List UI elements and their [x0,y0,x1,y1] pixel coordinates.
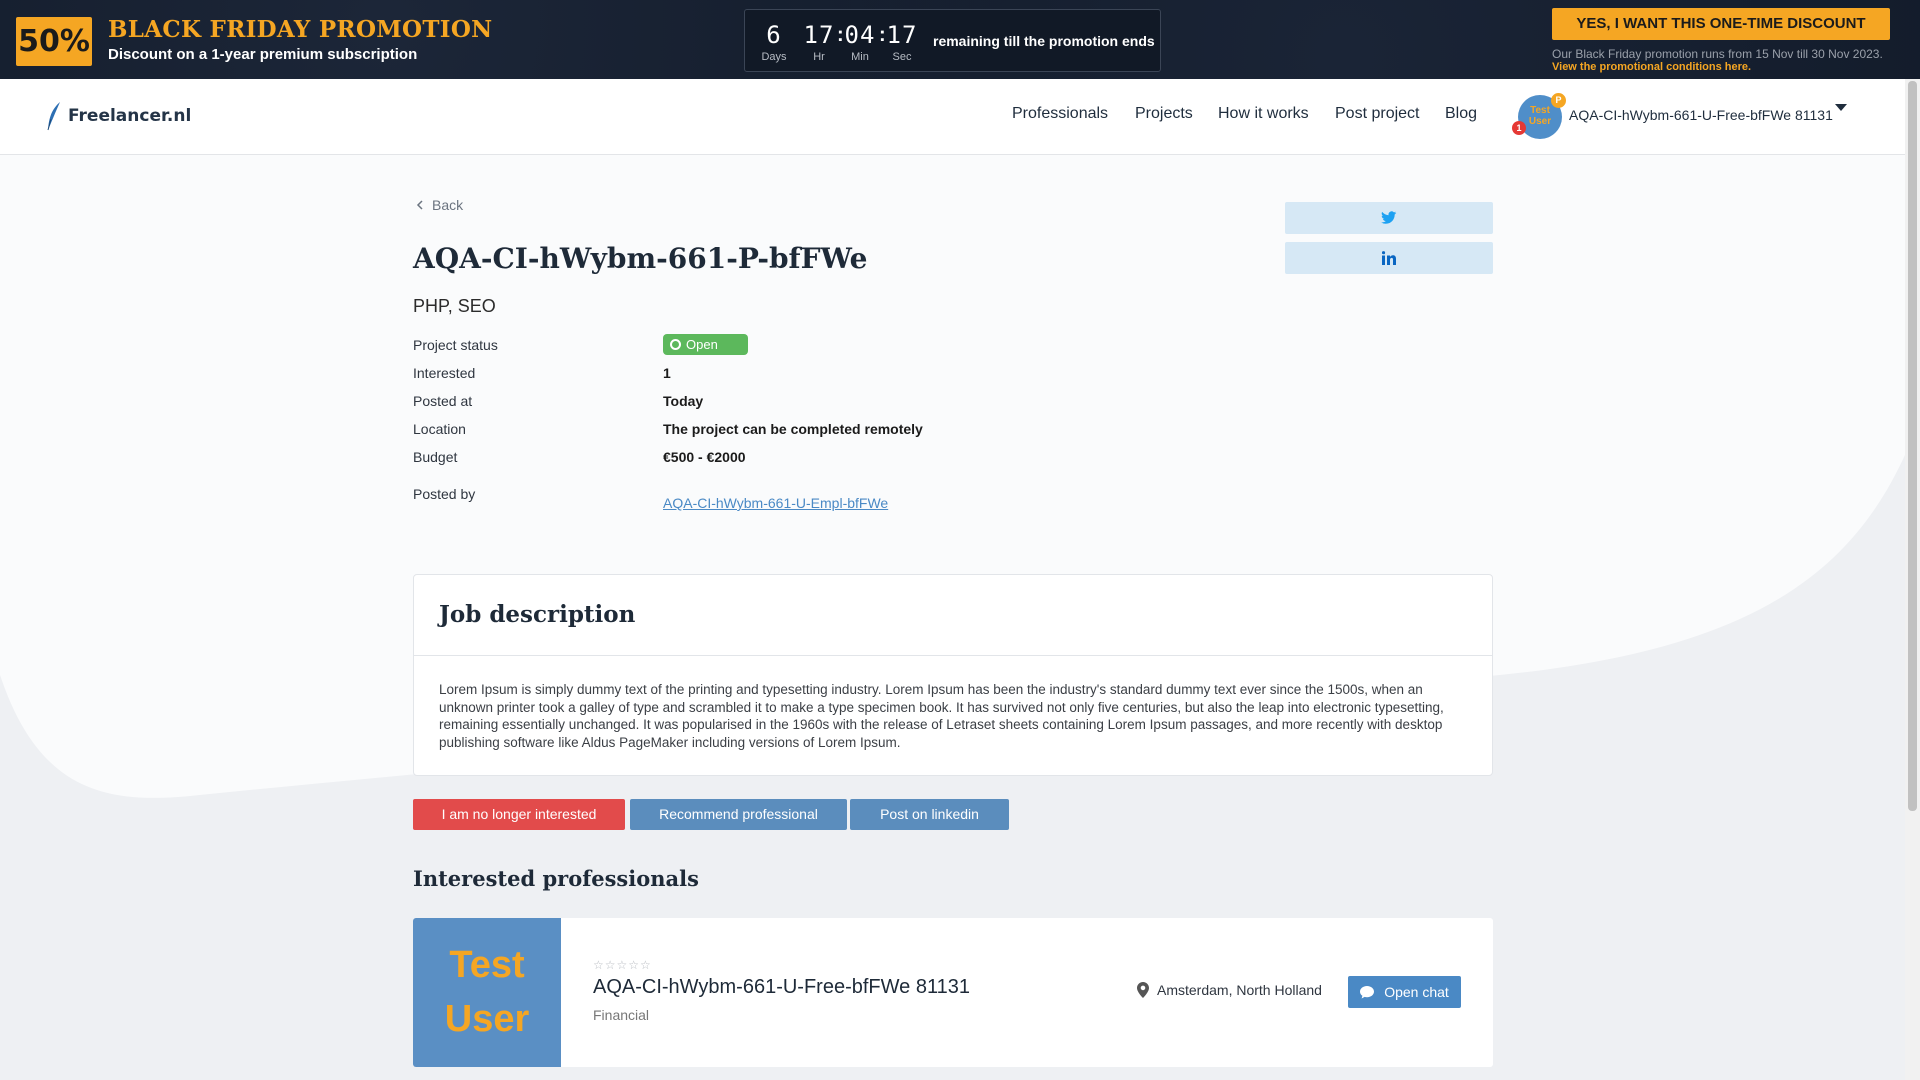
detail-row-posted-by: Posted by AQA-CI-hWybm-661-U-Empl-bfFWe [413,486,1113,516]
job-description-title: Job description [439,601,636,628]
project-skills: PHP, SEO [413,296,496,316]
notification-badge: 1 [1512,121,1526,135]
interested-professionals-title: Interested professionals [413,866,699,891]
professional-name[interactable]: AQA-CI-hWybm-661-U-Free-bfFWe 81131 [593,976,970,999]
logo-text: Freelancer.nl [68,106,192,126]
detail-value: €500 - €2000 [663,449,746,465]
site-logo[interactable]: Freelancer.nl [46,101,191,131]
not-interested-button[interactable]: I am no longer interested [413,799,625,830]
countdown-hours: 17 Hr [803,21,835,63]
professional-avatar: Test User [413,918,561,1067]
recommend-professional-button[interactable]: Recommend professional [630,799,847,830]
feather-icon [47,102,60,131]
back-label: Back [432,197,464,213]
twitter-icon [1381,211,1397,224]
promo-banner: 50% BLACK FRIDAY PROMOTION Discount on a… [0,0,1920,79]
promo-conditions-link[interactable]: View the promotional conditions here. [1552,61,1751,73]
open-chat-button[interactable]: Open chat [1348,976,1461,1008]
location-pin-icon [1137,982,1149,998]
promo-discount-button[interactable]: YES, I WANT THIS ONE-TIME DISCOUNT [1552,8,1890,40]
countdown-days: 6 Days [761,21,787,63]
site-header: Freelancer.nl Professionals Projects How… [0,79,1905,155]
scrollbar-thumb[interactable] [1908,81,1917,811]
page-scrollbar[interactable] [1905,79,1920,1080]
detail-label: Project status [413,337,498,353]
detail-value: The project can be completed remotely [663,421,923,437]
promo-countdown: 6 Days 17 Hr : 04 Min : 17 Sec remaining… [744,9,1161,72]
nav-projects[interactable]: Projects [1135,105,1193,123]
detail-label: Posted by [413,486,476,502]
countdown-text: remaining till the promotion ends [933,33,1155,49]
chat-bubble-icon [1360,985,1375,998]
job-description-card: Job description Lorem Ipsum is simply du… [413,574,1493,776]
user-avatar-button[interactable]: Test User P 1 [1512,93,1566,139]
job-description-text: Lorem Ipsum is simply dummy text of the … [439,682,1444,750]
status-badge: Open [663,334,748,355]
professional-location: Amsterdam, North Holland [1137,982,1322,998]
promo-title: BLACK FRIDAY PROMOTION [108,16,493,43]
nav-professionals[interactable]: Professionals [1012,105,1108,123]
nav-blog[interactable]: Blog [1445,105,1477,123]
status-circle-icon [670,339,681,350]
nav-post-project[interactable]: Post project [1335,105,1419,123]
card-divider [414,655,1492,656]
professional-category: Financial [593,1007,650,1023]
page-title: AQA-CI-hWybm-661-P-bfFWe [413,242,868,275]
countdown-seconds: 17 Sec [886,21,918,63]
countdown-minutes: 04 Min [844,21,876,63]
posted-by-link[interactable]: AQA-CI-hWybm-661-U-Empl-bfFWe [663,495,888,511]
user-name[interactable]: AQA-CI-hWybm-661-U-Free-bfFWe 81131 [1569,107,1833,123]
detail-label: Interested [413,365,476,381]
detail-row-posted-at: Posted at Today [413,393,1113,413]
detail-row-interested: Interested 1 [413,365,1113,385]
promo-discount-badge: 50% [16,17,92,66]
linkedin-icon [1382,251,1396,265]
detail-label: Budget [413,449,458,465]
detail-label: Location [413,421,466,437]
detail-row-location: Location The project can be completed re… [413,421,1113,441]
detail-row-budget: Budget €500 - €2000 [413,449,1113,469]
detail-value: Today [663,393,704,409]
chevron-down-icon[interactable] [1835,104,1847,111]
premium-badge: P [1551,93,1566,108]
nav-how-it-works[interactable]: How it works [1218,105,1309,123]
detail-value: 1 [663,365,671,381]
promo-subtitle: Discount on a 1-year premium subscriptio… [108,46,418,63]
detail-row-status: Project status Open [413,334,1113,357]
chevron-left-icon [416,200,423,210]
professional-card[interactable]: Test User ☆☆☆☆☆ AQA-CI-hWybm-661-U-Free-… [413,918,1493,1067]
back-link[interactable]: Back [414,197,463,213]
post-linkedin-button[interactable]: Post on linkedin [850,799,1009,830]
promo-note: Our Black Friday promotion runs from 15 … [1552,47,1883,61]
share-twitter-button[interactable] [1285,202,1493,234]
detail-label: Posted at [413,393,473,409]
rating-stars-icon: ☆☆☆☆☆ [593,958,652,972]
share-linkedin-button[interactable] [1285,242,1493,274]
